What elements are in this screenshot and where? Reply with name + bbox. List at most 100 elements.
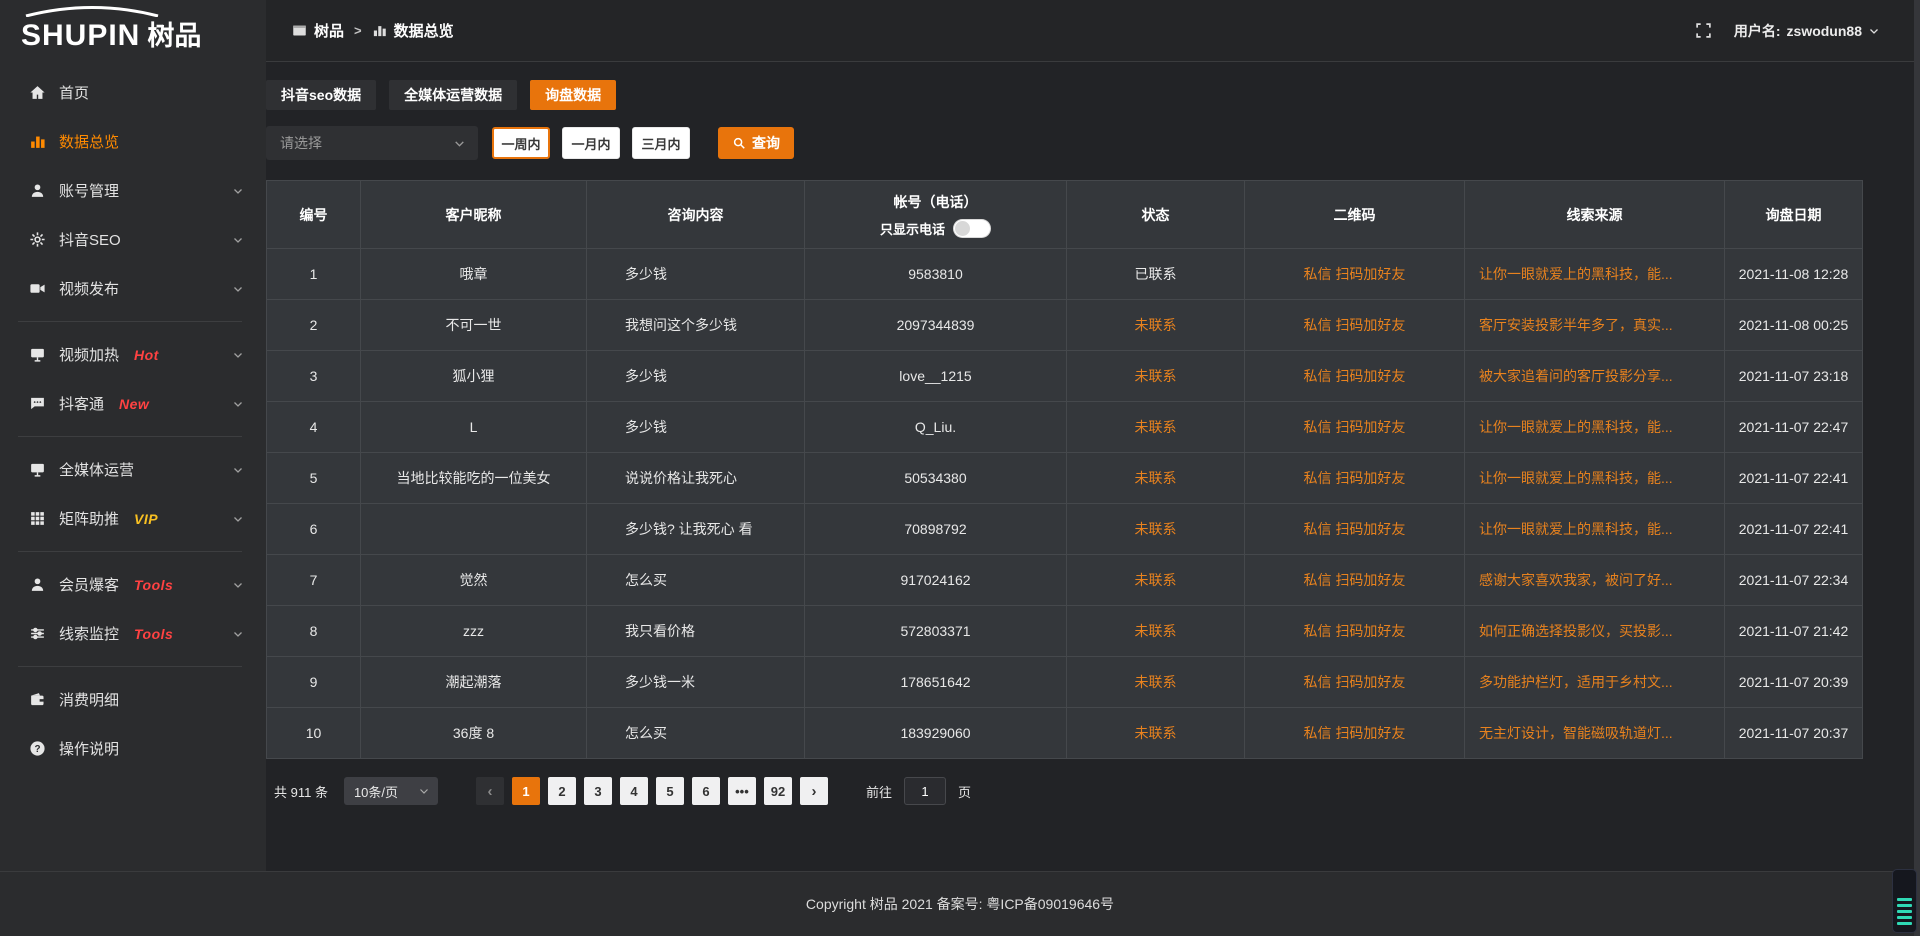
sidebar-item-consumption-details[interactable]: 消费明细 <box>0 675 266 724</box>
sidebar-item-label: 数据总览 <box>59 131 119 152</box>
phone-only-toggle[interactable] <box>953 219 991 238</box>
search-button[interactable]: 查询 <box>718 127 794 159</box>
goto-page-input[interactable] <box>904 777 946 805</box>
page-button-92[interactable]: 92 <box>764 777 792 805</box>
search-icon <box>732 136 746 150</box>
table-row: 10 36度 8 怎么买 183929060 未联系 私信 扫码加好友 无主灯设… <box>267 708 1863 759</box>
scan-add-friend-link[interactable]: 扫码加好友 <box>1335 674 1405 690</box>
user-menu[interactable]: 用户名: zswodun88 <box>1734 21 1880 41</box>
page-button-4[interactable]: 4 <box>620 777 648 805</box>
cell-no: 10 <box>267 708 361 759</box>
sidebar-item-account-management[interactable]: 账号管理 <box>0 166 266 215</box>
tab-douyin-seo-data[interactable]: 抖音seo数据 <box>266 80 376 110</box>
page-size-select[interactable]: 10条/页 <box>344 777 438 805</box>
scan-add-friend-link[interactable]: 扫码加好友 <box>1335 317 1405 333</box>
cell-account: 9583810 <box>805 249 1067 300</box>
cell-no: 6 <box>267 504 361 555</box>
range-button-one-week[interactable]: 一周内 <box>492 127 550 159</box>
scan-add-friend-link[interactable]: 扫码加好友 <box>1335 368 1405 384</box>
cell-content: 多少钱 <box>587 402 805 453</box>
lead-source-link[interactable]: 客厅安装投影半年多了，真实... <box>1479 317 1673 333</box>
cell-status: 未联系 <box>1067 453 1245 504</box>
sidebar-item-home[interactable]: 首页 <box>0 68 266 117</box>
page-button-2[interactable]: 2 <box>548 777 576 805</box>
prev-page-button[interactable]: ‹ <box>476 777 504 805</box>
toggle-knob <box>955 221 970 236</box>
sidebar-item-instructions[interactable]: ? 操作说明 <box>0 724 266 773</box>
private-message-link[interactable]: 私信 <box>1304 419 1332 435</box>
breadcrumb-current[interactable]: 数据总览 <box>372 20 454 41</box>
tab-omnimedia-data[interactable]: 全媒体运营数据 <box>389 80 517 110</box>
scan-add-friend-link[interactable]: 扫码加好友 <box>1335 419 1405 435</box>
page-button-1-active[interactable]: 1 <box>512 777 540 805</box>
sidebar-item-data-overview[interactable]: 数据总览 <box>0 117 266 166</box>
range-button-one-month[interactable]: 一月内 <box>562 127 620 159</box>
sliders-icon <box>28 625 46 643</box>
scrollbar-track[interactable] <box>1914 0 1920 936</box>
cell-lead-source: 让你一眼就爱上的黑科技，能... <box>1465 453 1725 504</box>
private-message-link[interactable]: 私信 <box>1304 266 1332 282</box>
lead-source-link[interactable]: 让你一眼就爱上的黑科技，能... <box>1479 419 1673 435</box>
scan-add-friend-link[interactable]: 扫码加好友 <box>1335 521 1405 537</box>
private-message-link[interactable]: 私信 <box>1304 317 1332 333</box>
sidebar-item-douketong[interactable]: 抖客通 New <box>0 379 266 428</box>
sidebar-item-member-leads[interactable]: 会员爆客 Tools <box>0 560 266 609</box>
lead-source-link[interactable]: 让你一眼就爱上的黑科技，能... <box>1479 521 1673 537</box>
lead-source-link[interactable]: 让你一眼就爱上的黑科技，能... <box>1479 266 1673 282</box>
cell-account: 183929060 <box>805 708 1067 759</box>
next-page-button[interactable]: › <box>800 777 828 805</box>
chevron-down-icon <box>232 398 244 410</box>
scan-add-friend-link[interactable]: 扫码加好友 <box>1335 623 1405 639</box>
private-message-link[interactable]: 私信 <box>1304 521 1332 537</box>
sidebar-item-video-publish[interactable]: 视频发布 <box>0 264 266 313</box>
scan-add-friend-link[interactable]: 扫码加好友 <box>1335 572 1405 588</box>
scan-add-friend-link[interactable]: 扫码加好友 <box>1335 725 1405 741</box>
scan-add-friend-link[interactable]: 扫码加好友 <box>1335 266 1405 282</box>
cell-lead-source: 多功能护栏灯，适用于乡村文... <box>1465 657 1725 708</box>
cell-lead-source: 让你一眼就爱上的黑科技，能... <box>1465 249 1725 300</box>
brand-logo[interactable]: SHUPIN 树品 <box>0 0 266 62</box>
private-message-link[interactable]: 私信 <box>1304 623 1332 639</box>
sidebar-item-omnimedia-operation[interactable]: 全媒体运营 <box>0 445 266 494</box>
private-message-link[interactable]: 私信 <box>1304 470 1332 486</box>
page-button-5[interactable]: 5 <box>656 777 684 805</box>
chevron-down-icon <box>1868 25 1880 37</box>
cell-status: 未联系 <box>1067 351 1245 402</box>
copyright-text: Copyright 树品 2021 备案号: 粤ICP备09019646号 <box>806 894 1114 914</box>
fullscreen-icon[interactable] <box>1695 22 1712 39</box>
private-message-link[interactable]: 私信 <box>1304 368 1332 384</box>
sidebar-divider <box>18 436 242 437</box>
page-button-6[interactable]: 6 <box>692 777 720 805</box>
lead-source-link[interactable]: 感谢大家喜欢我家，被问了好... <box>1479 572 1673 588</box>
page-button-3[interactable]: 3 <box>584 777 612 805</box>
sidebar-item-badge: Tools <box>134 577 173 593</box>
private-message-link[interactable]: 私信 <box>1304 725 1332 741</box>
private-message-link[interactable]: 私信 <box>1304 674 1332 690</box>
sidebar-item-matrix-boost[interactable]: 矩阵助推 VIP <box>0 494 266 543</box>
cell-nickname: 潮起潮落 <box>361 657 587 708</box>
chevron-down-icon <box>232 579 244 591</box>
cell-lead-source: 客厅安装投影半年多了，真实... <box>1465 300 1725 351</box>
sidebar-item-video-heating[interactable]: 视频加热 Hot <box>0 330 266 379</box>
sidebar-item-lead-monitoring[interactable]: 线索监控 Tools <box>0 609 266 658</box>
more-pages-button[interactable]: ••• <box>728 777 756 805</box>
lead-source-link[interactable]: 让你一眼就爱上的黑科技，能... <box>1479 470 1673 486</box>
lead-source-link[interactable]: 无主灯设计，智能磁吸轨道灯... <box>1479 725 1673 741</box>
private-message-link[interactable]: 私信 <box>1304 572 1332 588</box>
lead-source-link[interactable]: 被大家追着问的客厅投影分享... <box>1479 368 1673 384</box>
scan-add-friend-link[interactable]: 扫码加好友 <box>1335 470 1405 486</box>
sidebar-item-douyin-seo[interactable]: 抖音SEO <box>0 215 266 264</box>
filter-select[interactable]: 请选择 <box>266 126 478 160</box>
svg-text:?: ? <box>34 744 40 755</box>
breadcrumb-home[interactable]: 树品 <box>292 20 344 41</box>
table-body: 1 哦章 多少钱 9583810 已联系 私信 扫码加好友 让你一眼就爱上的黑科… <box>267 249 1863 759</box>
filter-row: 请选择 一周内一月内三月内 查询 <box>266 126 1862 160</box>
logo-text-en: SHUPIN <box>21 19 140 53</box>
lead-source-link[interactable]: 多功能护栏灯，适用于乡村文... <box>1479 674 1673 690</box>
cell-content: 我只看价格 <box>587 606 805 657</box>
range-button-three-months[interactable]: 三月内 <box>632 127 690 159</box>
cell-lead-source: 让你一眼就爱上的黑科技，能... <box>1465 504 1725 555</box>
extension-widget[interactable] <box>1892 869 1917 933</box>
lead-source-link[interactable]: 如何正确选择投影仪，买投影... <box>1479 623 1673 639</box>
tab-inquiry-data[interactable]: 询盘数据 <box>530 80 616 110</box>
